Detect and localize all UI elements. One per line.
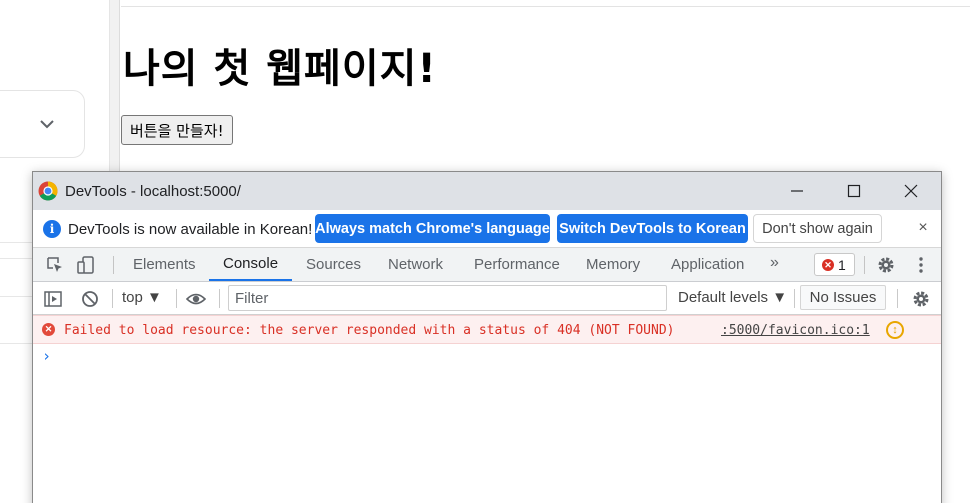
divider — [112, 289, 113, 308]
issues-button[interactable]: No Issues — [800, 285, 886, 310]
language-infobar: i DevTools is now available in Korean! A… — [33, 210, 941, 248]
error-text: Failed to load resource: the server resp… — [64, 323, 675, 338]
error-icon: ✕ — [42, 323, 55, 336]
chevron-down-icon[interactable] — [37, 114, 57, 134]
error-icon: ✕ — [822, 258, 834, 271]
divider — [121, 6, 970, 7]
divider — [864, 256, 865, 274]
tab-memory[interactable]: Memory — [586, 248, 640, 281]
error-count: 1 — [838, 256, 846, 273]
kebab-menu-icon[interactable] — [911, 255, 931, 275]
minimize-icon — [791, 190, 803, 192]
tab-application[interactable]: Application — [671, 248, 744, 281]
close-icon — [904, 184, 918, 198]
clear-console-icon[interactable] — [80, 289, 100, 309]
context-selector[interactable]: top ▼ — [122, 289, 162, 306]
tab-elements[interactable]: Elements — [133, 248, 196, 281]
tab-console[interactable]: Console — [209, 248, 293, 281]
tab-sources[interactable]: Sources — [306, 248, 361, 281]
divider — [897, 289, 898, 308]
console-input[interactable] — [58, 345, 928, 367]
page-title: 나의 첫 웹페이지! — [123, 46, 437, 92]
sidebar-toggle-icon[interactable] — [43, 289, 63, 309]
minimize-button[interactable] — [769, 172, 825, 210]
error-source-link[interactable]: :5000/favicon.ico:1 — [721, 323, 870, 338]
tab-performance[interactable]: Performance — [474, 248, 560, 281]
info-icon: i — [43, 220, 61, 238]
more-tabs-icon[interactable]: » — [770, 254, 779, 272]
warning-circle-icon[interactable]: ↕ — [886, 321, 904, 339]
divider — [113, 256, 114, 274]
console-toolbar: top ▼ Default levels ▼ No Issues — [33, 282, 941, 315]
console-settings-gear-icon[interactable] — [911, 289, 931, 309]
always-match-language-button[interactable]: Always match Chrome's language — [315, 214, 550, 243]
device-toolbar-icon[interactable] — [76, 255, 96, 275]
close-window-button[interactable] — [883, 172, 939, 210]
screen: 나의 첫 웹페이지! 버튼을 만들자! DevTools - localhost… — [0, 0, 970, 503]
infobar-close-icon[interactable]: × — [913, 218, 933, 238]
make-button[interactable]: 버튼을 만들자! — [121, 115, 233, 145]
error-count-badge[interactable]: ✕ 1 — [814, 253, 855, 276]
divider — [176, 289, 177, 308]
devtools-window: DevTools - localhost:5000/ i DevTools is… — [32, 171, 942, 503]
console-prompt-icon: › — [42, 347, 52, 365]
tab-network[interactable]: Network — [388, 248, 443, 281]
switch-to-korean-button[interactable]: Switch DevTools to Korean — [557, 214, 748, 243]
collapsed-card[interactable] — [0, 90, 85, 158]
maximize-button[interactable] — [826, 172, 882, 210]
window-titlebar[interactable]: DevTools - localhost:5000/ — [33, 172, 941, 210]
dont-show-again-button[interactable]: Don't show again — [753, 214, 882, 243]
window-title: DevTools - localhost:5000/ — [65, 183, 241, 200]
console-filter-input[interactable] — [228, 285, 667, 311]
divider — [794, 289, 795, 308]
divider — [219, 289, 220, 308]
chrome-logo-icon — [38, 181, 58, 201]
gear-icon[interactable] — [876, 255, 896, 275]
log-levels-dropdown[interactable]: Default levels ▼ — [678, 289, 787, 306]
inspect-element-icon[interactable] — [45, 255, 65, 275]
infobar-message: DevTools is now available in Korean! — [68, 221, 313, 238]
eye-icon[interactable] — [186, 289, 206, 309]
devtools-tab-bar: Elements Console Sources Network Perform… — [33, 248, 941, 282]
console-error-message[interactable]: ✕ Failed to load resource: the server re… — [33, 315, 941, 344]
maximize-icon — [847, 184, 861, 198]
